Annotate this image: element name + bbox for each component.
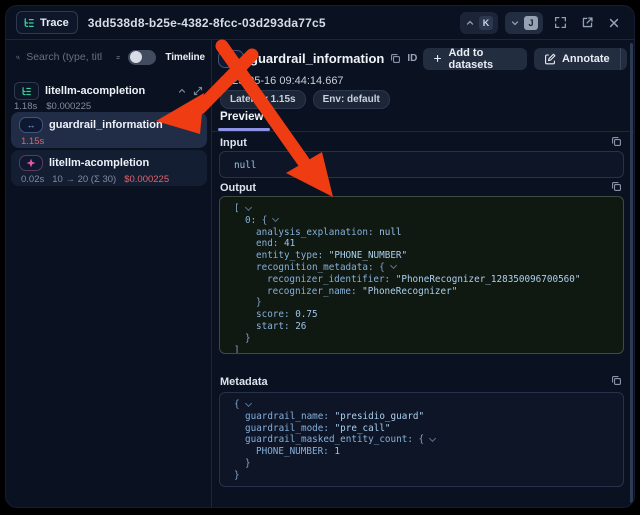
output-section-label: Output [220,182,256,194]
next-trace-button[interactable]: J [505,12,543,34]
toggle-knob [130,51,142,63]
annotate-button[interactable]: Annotate [534,48,620,70]
tree-item-guardrail-information[interactable]: ↔ guardrail_information 1.15s [11,112,207,148]
generation-cost: $0.000225 [124,174,169,185]
trace-type-badge: Trace [16,11,78,34]
trace-detail-window: Trace 3dd538d8-b25e-4382-8fcc-03d293da77… [6,6,634,507]
trace-id: 3dd538d8-b25e-4382-8fcc-03d293da77c5 [88,16,326,30]
root-latency: 1.18s [14,101,37,112]
active-tab-underline [218,128,270,131]
trace-tree-sidebar: Timeline litellm-acompletion 1.18s $0.000… [6,40,212,507]
external-link-icon [581,16,594,29]
search-row: Timeline [6,48,205,66]
metadata-code-box[interactable]: {guardrail_name: "presidio_guard"guardra… [219,392,624,487]
fullscreen-button[interactable] [550,13,570,33]
detail-header: ↔ guardrail_information ID Add to datase… [218,47,620,70]
search-input[interactable] [24,50,112,64]
observation-timestamp: 2025-05-16 09:44:14.667 [220,75,344,87]
input-code-box[interactable]: null [219,151,624,178]
span-move-horizontal-icon: ↔ [19,117,43,133]
span-move-horizontal-icon: ↔ [218,50,244,68]
search-icon [16,51,20,64]
top-bar-actions: K J [460,12,624,34]
plus-icon [433,53,442,64]
top-bar: Trace 3dd538d8-b25e-4382-8fcc-03d293da77… [6,6,634,40]
copy-output-icon[interactable] [611,181,622,192]
tab-bar: Preview [212,110,634,132]
collapse-all-icon[interactable] [177,86,187,96]
scrollbar[interactable] [630,43,633,503]
trace-badge-label: Trace [40,17,69,29]
generation-sparkle-icon [19,155,43,171]
annotate-button-group: Annotate [534,48,627,70]
generation-label: litellm-acompletion [49,157,149,169]
latency-badge: Latency 1.15s [220,90,306,109]
tree-root-label: litellm-acompletion [45,85,145,97]
tab-preview[interactable]: Preview [220,111,263,123]
id-label[interactable]: ID [407,53,417,64]
keycap-j: J [524,16,538,30]
timeline-label: Timeline [165,52,205,63]
chevron-up-icon [465,18,475,28]
annotate-dropdown-button[interactable] [620,48,627,70]
chevron-down-icon [510,18,520,28]
add-to-datasets-button[interactable]: Add to datasets [423,48,527,70]
observation-detail-panel: ↔ guardrail_information ID Add to datase… [212,40,634,507]
span-label: guardrail_information [49,119,163,131]
badge-row: Latency 1.15s Env: default [220,90,390,109]
copy-input-icon[interactable] [611,136,622,147]
env-badge: Env: default [313,90,390,109]
observation-title: guardrail_information [250,51,384,66]
trace-tree-icon [23,17,35,29]
open-external-button[interactable] [577,13,597,33]
expand-diagonal-icon[interactable] [193,86,203,96]
filter-sliders-icon[interactable] [116,51,120,64]
tree-item-litellm-acompletion-generation[interactable]: litellm-acompletion 0.02s 10 → 20 (Σ 30)… [11,150,207,186]
root-cost: $0.000225 [46,101,91,112]
prev-trace-button[interactable]: K [460,12,498,34]
edit-pencil-icon [544,53,556,65]
generation-tokens: 10 → 20 (Σ 30) [52,174,116,185]
close-button[interactable] [604,13,624,33]
metadata-section-label: Metadata [220,376,268,388]
close-icon [608,17,620,29]
trace-root-badge [14,82,39,100]
tree-root-metrics: 1.18s $0.000225 [14,101,100,112]
output-code-box[interactable]: [0: {analysis_explanation: nullend: 41en… [219,196,624,354]
tree-root-litellm-acompletion[interactable]: litellm-acompletion [14,82,203,100]
copy-id-icon[interactable] [390,53,401,64]
generation-latency: 0.02s [21,174,44,185]
input-section-label: Input [220,137,247,149]
span-latency: 1.15s [21,136,44,147]
fullscreen-icon [554,16,567,29]
keycap-k: K [479,16,493,30]
timeline-toggle[interactable] [128,50,156,65]
trace-tree-icon [21,86,32,97]
copy-metadata-icon[interactable] [611,375,622,386]
tree-controls [177,86,203,96]
screenshot-stage: Trace 3dd538d8-b25e-4382-8fcc-03d293da77… [0,0,640,515]
